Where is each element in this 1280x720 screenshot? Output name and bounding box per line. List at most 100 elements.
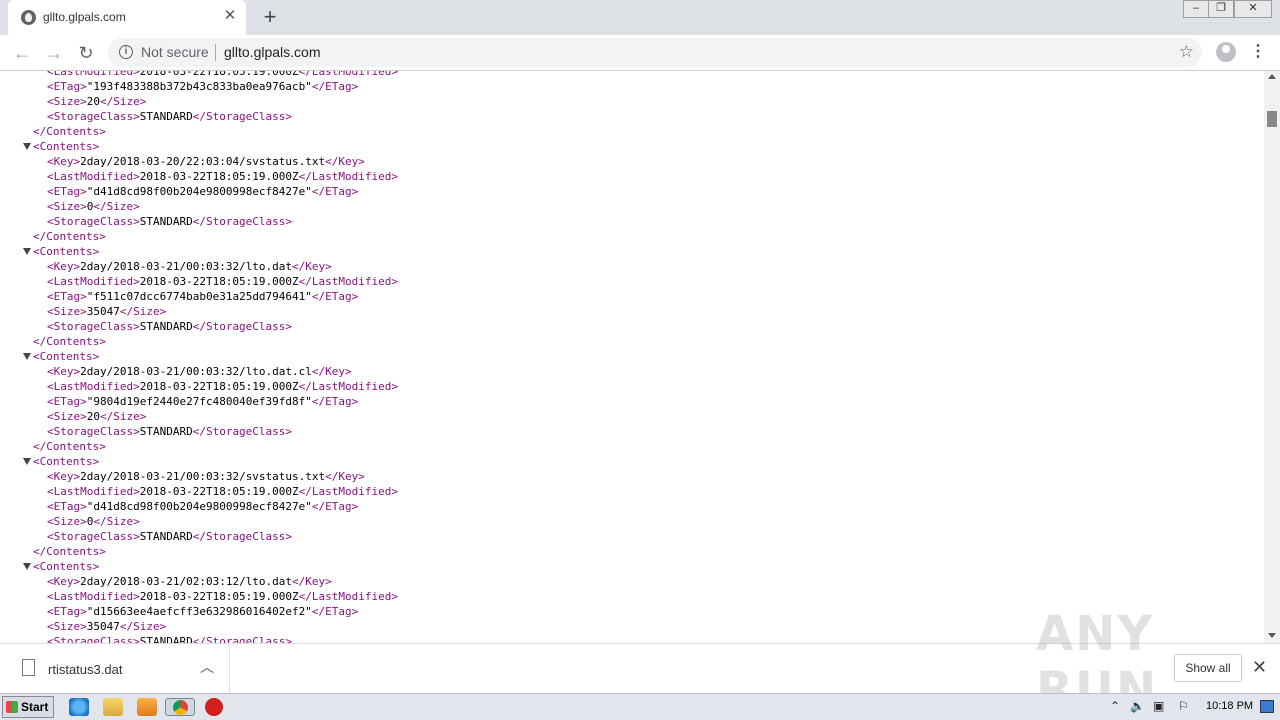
xml-tag: <Key> xyxy=(47,575,81,588)
xml-line: <StorageClass>STANDARD</StorageClass> xyxy=(0,109,398,124)
xml-value: STANDARD xyxy=(139,320,193,333)
tray-expand-icon[interactable]: ⌃ xyxy=(1110,699,1120,713)
show-desktop-icon[interactable] xyxy=(1260,700,1274,713)
vertical-scrollbar[interactable] xyxy=(1264,71,1280,643)
restore-button[interactable]: ❐ xyxy=(1208,0,1234,18)
reload-button[interactable]: ↻ xyxy=(74,41,98,65)
xml-tag: </LastModified> xyxy=(298,380,399,393)
bookmark-star-icon[interactable]: ☆ xyxy=(1179,42,1194,62)
folder-icon[interactable] xyxy=(103,698,123,716)
xml-value: 2018-03-22T18:05:19.000Z xyxy=(139,590,299,603)
xml-tag: <Size> xyxy=(47,305,87,318)
tab-active[interactable]: gllto.glpals.com ✕ xyxy=(8,0,246,35)
collapse-triangle-icon[interactable] xyxy=(23,143,31,150)
xml-tag: <Size> xyxy=(47,200,87,213)
volume-icon[interactable]: 🔈 xyxy=(1130,699,1145,713)
chevron-up-icon[interactable]: ︿ xyxy=(200,657,214,677)
xml-line: <Contents> xyxy=(0,454,398,469)
close-window-button[interactable]: ✕ xyxy=(1234,0,1272,18)
xml-line: </Contents> xyxy=(0,544,398,559)
address-bar[interactable]: i Not secure gllto.glpals.com ☆ xyxy=(108,38,1202,67)
xml-line: <Key>2day/2018-03-21/00:03:32/lto.dat</K… xyxy=(0,259,398,274)
xml-value: STANDARD xyxy=(139,110,193,123)
xml-value: 2018-03-22T18:05:19.000Z xyxy=(139,275,299,288)
back-button[interactable]: ← xyxy=(10,41,34,65)
xml-tag: </Size> xyxy=(93,200,140,213)
xml-line: <LastModified>2018-03-22T18:05:19.000Z</… xyxy=(0,71,398,79)
tab-close-icon[interactable]: ✕ xyxy=(222,8,238,24)
action-center-flag-icon[interactable]: ⚐ xyxy=(1178,699,1189,713)
xml-line: <ETag>"f511c07dcc6774bab0e31a25dd794641"… xyxy=(0,289,398,304)
xml-line: </Contents> xyxy=(0,334,398,349)
xml-tag: <Key> xyxy=(47,365,81,378)
xml-tag: <LastModified> xyxy=(47,170,140,183)
info-icon[interactable]: i xyxy=(119,45,133,59)
xml-line: <ETag>"d41d8cd98f00b204e9800998ecf8427e"… xyxy=(0,184,398,199)
new-tab-button[interactable]: + xyxy=(259,4,281,30)
xml-tag: <StorageClass> xyxy=(47,530,140,543)
start-button[interactable]: Start xyxy=(2,696,54,718)
xml-line: <ETag>"d41d8cd98f00b204e9800998ecf8427e"… xyxy=(0,499,398,514)
network-icon[interactable]: ▣ xyxy=(1153,699,1164,713)
xml-value: STANDARD xyxy=(139,215,193,228)
xml-line: <ETag>"9804d19ef2440e27fc480040ef39fd8f"… xyxy=(0,394,398,409)
xml-line: <StorageClass>STANDARD</StorageClass> xyxy=(0,424,398,439)
menu-icon[interactable]: ⋮ xyxy=(1250,41,1266,63)
xml-line: <LastModified>2018-03-22T18:05:19.000Z</… xyxy=(0,169,398,184)
chrome-taskbar-button[interactable] xyxy=(165,698,195,716)
xml-tag: <Size> xyxy=(47,620,87,633)
media-player-icon[interactable] xyxy=(137,698,157,716)
xml-tag: <Size> xyxy=(47,410,87,423)
xml-line: <StorageClass>STANDARD</StorageClass> xyxy=(0,319,398,334)
xml-tag: </StorageClass> xyxy=(192,320,293,333)
xml-tag: </ETag> xyxy=(311,395,359,408)
xml-value: "9804d19ef2440e27fc480040ef39fd8f" xyxy=(86,395,312,408)
xml-value: STANDARD xyxy=(139,530,193,543)
scroll-up-icon[interactable] xyxy=(1268,74,1276,79)
xml-line: <StorageClass>STANDARD</StorageClass> xyxy=(0,214,398,229)
xml-line: <Size>35047</Size> xyxy=(0,304,398,319)
xml-tag: </StorageClass> xyxy=(192,110,293,123)
xml-tag: </Key> xyxy=(292,575,332,588)
collapse-triangle-icon[interactable] xyxy=(23,248,31,255)
internet-explorer-icon[interactable] xyxy=(69,698,89,716)
xml-line: </Contents> xyxy=(0,229,398,244)
profile-avatar-icon[interactable] xyxy=(1216,42,1236,62)
xml-value: STANDARD xyxy=(139,425,193,438)
xml-line: <ETag>"d15663ee4aefcff3e632986016402ef2"… xyxy=(0,604,398,619)
xml-line: <LastModified>2018-03-22T18:05:19.000Z</… xyxy=(0,589,398,604)
clock[interactable]: 10:18 PM xyxy=(1206,700,1253,712)
xml-line: </Contents> xyxy=(0,439,398,454)
collapse-triangle-icon[interactable] xyxy=(23,458,31,465)
xml-tag: <Contents> xyxy=(33,140,100,153)
start-label: Start xyxy=(21,700,49,714)
collapse-triangle-icon[interactable] xyxy=(23,353,31,360)
security-label[interactable]: Not secure xyxy=(141,44,209,60)
xml-value: 2018-03-22T18:05:19.000Z xyxy=(139,485,299,498)
xml-value: 35047 xyxy=(86,305,120,318)
xml-line: <Size>0</Size> xyxy=(0,199,398,214)
alert-app-icon[interactable] xyxy=(205,698,223,716)
scroll-thumb[interactable] xyxy=(1267,111,1277,127)
url-text[interactable]: gllto.glpals.com xyxy=(224,44,321,60)
download-item[interactable]: rtistatus3.dat ︿ xyxy=(0,644,230,693)
xml-line: <ETag>"193f483388b372b43c833ba0ea976acb"… xyxy=(0,79,398,94)
minimize-button[interactable]: ‒ xyxy=(1183,0,1209,18)
collapse-triangle-icon[interactable] xyxy=(23,563,31,570)
xml-tag: </Key> xyxy=(292,260,332,273)
xml-tag: <StorageClass> xyxy=(47,425,140,438)
xml-line: <LastModified>2018-03-22T18:05:19.000Z</… xyxy=(0,274,398,289)
xml-tag: <ETag> xyxy=(47,605,87,618)
xml-value: "193f483388b372b43c833ba0ea976acb" xyxy=(86,80,312,93)
xml-tag: <Key> xyxy=(47,260,81,273)
xml-tag: </Size> xyxy=(119,620,167,633)
xml-value: 2day/2018-03-21/00:03:32/lto.dat.cl xyxy=(80,365,312,378)
xml-value: 35047 xyxy=(86,620,120,633)
xml-tag: </LastModified> xyxy=(298,590,399,603)
xml-tag: </ETag> xyxy=(311,80,359,93)
download-file-name[interactable]: rtistatus3.dat xyxy=(48,662,122,677)
forward-button[interactable]: → xyxy=(42,41,66,65)
xml-line: </Contents> xyxy=(0,124,398,139)
xml-tag: <ETag> xyxy=(47,80,87,93)
xml-tag: <LastModified> xyxy=(47,275,140,288)
